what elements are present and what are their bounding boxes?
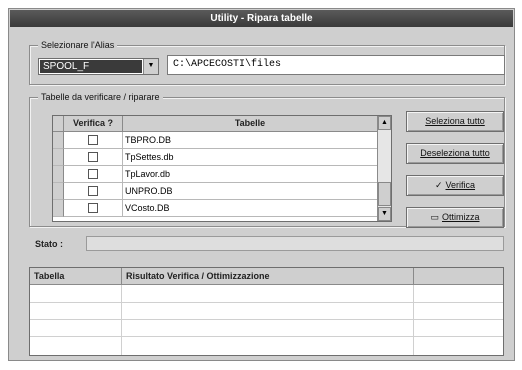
- row-checkbox[interactable]: [88, 169, 98, 179]
- table-name-cell[interactable]: TpLavor.db: [123, 166, 378, 183]
- row-checkbox[interactable]: [88, 186, 98, 196]
- grid-scrollbar[interactable]: ▲ ▼: [377, 116, 391, 221]
- chevron-down-icon[interactable]: ▼: [143, 59, 158, 74]
- alias-select-value: SPOOL_F: [40, 60, 142, 73]
- header-verifica[interactable]: Verifica ?: [64, 116, 123, 132]
- header-tabelle[interactable]: Tabelle: [123, 116, 378, 132]
- column-divider: [121, 285, 122, 355]
- row-checkbox-cell[interactable]: [64, 132, 123, 149]
- tables-grid: Verifica ? Tabelle TBPRO.DB TpSettes.db …: [52, 115, 392, 222]
- alias-select[interactable]: SPOOL_F ▼: [38, 58, 159, 75]
- row-checkbox-cell[interactable]: [64, 200, 123, 217]
- results-table: Tabella Risultato Verifica / Ottimizzazi…: [29, 267, 504, 356]
- row-indicator: [53, 132, 64, 149]
- header-risultato[interactable]: Risultato Verifica / Ottimizzazione: [122, 268, 414, 285]
- checkmark-icon: ✓: [434, 180, 443, 190]
- status-label: Stato :: [35, 239, 63, 249]
- deselect-all-button[interactable]: Deseleziona tutto: [406, 143, 504, 164]
- optimize-button-label: Ottimizza: [442, 212, 480, 222]
- column-divider: [413, 285, 414, 355]
- row-checkbox[interactable]: [88, 135, 98, 145]
- row-checkbox-cell[interactable]: [64, 149, 123, 166]
- row-divider: [30, 319, 503, 320]
- tables-group-label: Tabelle da verificare / riparare: [38, 91, 163, 103]
- row-checkbox[interactable]: [88, 203, 98, 213]
- row-indicator: [53, 149, 64, 166]
- window-title: Utility - Ripara tabelle: [10, 10, 513, 27]
- row-indicator: [53, 166, 64, 183]
- row-divider: [30, 336, 503, 337]
- status-field: [86, 236, 504, 251]
- alias-group-label: Selezionare l'Alias: [38, 39, 118, 51]
- scroll-down-icon[interactable]: ▼: [378, 207, 391, 221]
- path-field[interactable]: C:\APCECOSTI\files: [167, 55, 505, 75]
- grid-corner: [53, 116, 64, 132]
- row-indicator: [53, 183, 64, 200]
- row-checkbox-cell[interactable]: [64, 166, 123, 183]
- verify-button[interactable]: ✓ Verifica: [406, 175, 504, 196]
- row-divider: [30, 302, 503, 303]
- utility-window: Utility - Ripara tabelle Selezionare l'A…: [8, 8, 515, 361]
- scroll-thumb[interactable]: [378, 182, 391, 206]
- table-name-cell[interactable]: TBPRO.DB: [123, 132, 378, 149]
- table-name-cell[interactable]: TpSettes.db: [123, 149, 378, 166]
- window-icon: ▭: [430, 212, 439, 222]
- row-checkbox[interactable]: [88, 152, 98, 162]
- table-name-cell[interactable]: UNPRO.DB: [123, 183, 378, 200]
- row-indicator: [53, 200, 64, 217]
- verify-button-label: Verifica: [445, 180, 476, 190]
- scroll-up-icon[interactable]: ▲: [378, 116, 391, 130]
- optimize-button[interactable]: ▭ Ottimizza: [406, 207, 504, 228]
- header-tabella[interactable]: Tabella: [30, 268, 122, 285]
- row-checkbox-cell[interactable]: [64, 183, 123, 200]
- header-extra[interactable]: [414, 268, 503, 285]
- select-all-button[interactable]: Seleziona tutto: [406, 111, 504, 132]
- table-name-cell[interactable]: VCosto.DB: [123, 200, 378, 217]
